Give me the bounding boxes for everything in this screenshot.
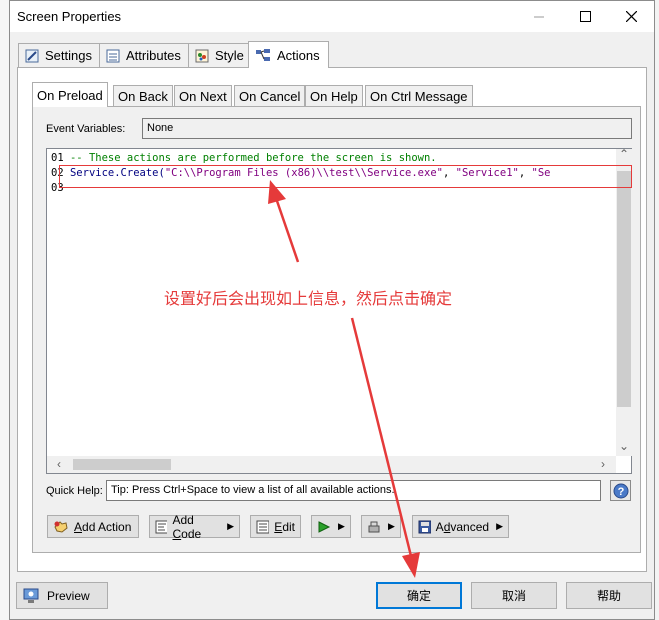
arrow-up-head bbox=[268, 180, 286, 204]
arrow-up-line bbox=[274, 197, 300, 263]
tab-actions[interactable]: Actions bbox=[248, 41, 329, 68]
tab-label: Actions bbox=[277, 47, 320, 63]
tab-on-preload[interactable]: On Preload bbox=[32, 82, 108, 107]
arrow-down-head bbox=[402, 552, 420, 578]
arrow-down-line bbox=[350, 317, 413, 557]
flow-icon bbox=[256, 49, 270, 61]
tab-label: On Preload bbox=[37, 87, 103, 103]
